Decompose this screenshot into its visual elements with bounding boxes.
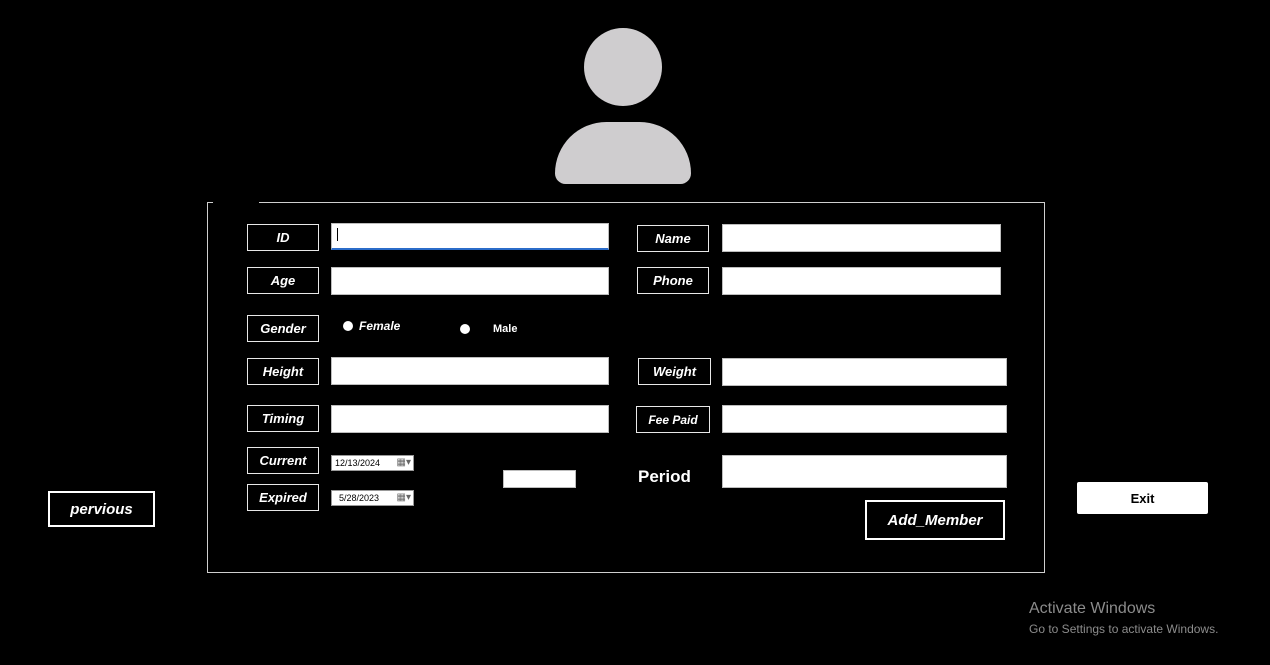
period-input[interactable] [722,455,1007,488]
weight-input[interactable] [722,358,1007,386]
height-input[interactable] [331,357,609,385]
male-radio-label[interactable]: Male [493,323,517,335]
current-date-picker[interactable]: 12/13/2024 ▦▾ [331,455,414,471]
activate-windows-subtitle: Go to Settings to activate Windows. [1029,622,1219,636]
panel-border-gap [213,199,259,205]
phone-label: Phone [637,267,709,294]
avatar-head [584,28,662,106]
id-label: ID [247,224,319,251]
activate-windows-title: Activate Windows [1029,600,1156,617]
name-label: Name [637,225,709,252]
avatar-body [555,122,691,184]
expired-label: Expired [247,484,319,511]
current-date-value: 12/13/2024 [335,458,381,468]
expired-date-picker[interactable]: 5/28/2023 ▦▾ [331,490,414,506]
exit-button[interactable]: Exit [1077,482,1208,514]
small-input-box[interactable] [503,470,576,488]
timing-label: Timing [247,405,319,432]
age-input[interactable] [331,267,609,295]
expired-date-value: 5/28/2023 [339,493,380,503]
text-caret [337,228,338,241]
period-label: Period [638,467,691,486]
fee-paid-input[interactable] [722,405,1007,433]
age-label: Age [247,267,319,294]
gender-label: Gender [247,315,319,342]
calendar-dropdown-icon[interactable]: ▦▾ [397,458,411,468]
name-input[interactable] [722,224,1001,252]
timing-input[interactable] [331,405,609,433]
weight-label: Weight [638,358,711,385]
fee-paid-label: Fee Paid [636,406,710,433]
phone-input[interactable] [722,267,1001,295]
female-radio[interactable] [343,321,353,331]
current-label: Current [247,447,319,474]
male-radio[interactable] [460,324,470,334]
previous-button[interactable]: pervious [48,491,155,527]
calendar-dropdown-icon[interactable]: ▦▾ [397,493,411,503]
female-radio-label[interactable]: Female [359,319,400,333]
height-label: Height [247,358,319,385]
add-member-button[interactable]: Add_Member [865,500,1005,540]
id-input[interactable] [331,223,609,250]
